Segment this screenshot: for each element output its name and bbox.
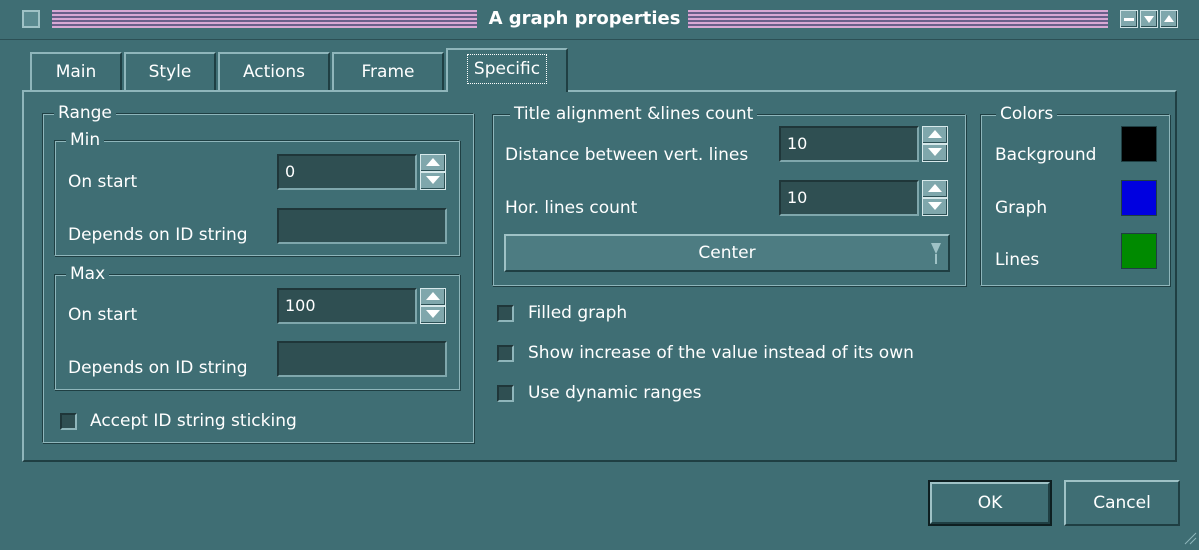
triangle-up-icon: [1164, 15, 1174, 22]
tab-style[interactable]: Style: [124, 52, 216, 90]
tab-label: Actions: [242, 62, 306, 82]
dropdown-arrow-icon: [931, 243, 941, 264]
max-depends-label: Depends on ID string: [68, 358, 248, 378]
min-depends-label: Depends on ID string: [68, 225, 248, 245]
tab-frame[interactable]: Frame: [332, 52, 444, 90]
arrow-down-icon: [426, 310, 440, 318]
arrow-up-icon: [426, 158, 440, 166]
accept-sticking-label: Accept ID string sticking: [90, 411, 297, 431]
tab-label: Frame: [361, 62, 415, 82]
filled-graph-checkbox[interactable]: [497, 305, 514, 322]
min-on-start-input[interactable]: 0: [277, 154, 417, 190]
dynamic-ranges-label: Use dynamic ranges: [528, 383, 702, 403]
tab-specific[interactable]: Specific: [446, 48, 568, 92]
alignment-value: Center: [698, 243, 756, 263]
vert-lines-input[interactable]: 10: [779, 126, 919, 162]
min-on-start-label: On start: [68, 172, 138, 192]
maximize-button[interactable]: [1140, 10, 1158, 28]
alignment-dropdown[interactable]: Center: [504, 234, 950, 272]
filled-graph-label: Filled graph: [528, 303, 628, 323]
graph-color-swatch[interactable]: [1121, 180, 1157, 216]
max-legend: Max: [66, 264, 110, 284]
color-label-lines: Lines: [995, 250, 1040, 270]
arrow-down-icon: [426, 176, 440, 184]
decrement-button[interactable]: [420, 306, 446, 324]
increment-button[interactable]: [420, 154, 446, 172]
background-color-swatch[interactable]: [1121, 126, 1157, 162]
tab-label: Style: [148, 62, 192, 82]
hor-lines-label: Hor. lines count: [505, 198, 638, 218]
increment-button[interactable]: [922, 180, 948, 198]
tab-label: Main: [55, 62, 97, 82]
ok-button[interactable]: OK: [928, 480, 1052, 526]
decrement-button[interactable]: [922, 198, 948, 216]
resize-grip-icon: [1184, 532, 1197, 545]
max-on-start-input[interactable]: 100: [277, 288, 417, 324]
minimize-icon: [1124, 18, 1134, 21]
show-increase-label: Show increase of the value instead of it…: [528, 343, 914, 363]
arrow-up-icon: [426, 292, 440, 300]
decrement-button[interactable]: [922, 144, 948, 162]
min-on-start-stepper[interactable]: [420, 154, 446, 190]
max-on-start-stepper[interactable]: [420, 288, 446, 324]
lines-color-swatch[interactable]: [1121, 233, 1157, 269]
tab-main[interactable]: Main: [30, 52, 122, 90]
arrow-down-icon: [928, 202, 942, 210]
title-bar: A graph properties: [0, 0, 1199, 40]
cancel-button[interactable]: Cancel: [1064, 480, 1180, 526]
hor-lines-input[interactable]: 10: [779, 180, 919, 216]
minimize-button[interactable]: [1120, 10, 1138, 28]
title-bar-stripes-left: [52, 10, 477, 28]
min-legend: Min: [66, 130, 105, 150]
colors-legend: Colors: [996, 104, 1058, 124]
window-menu-icon[interactable]: [22, 10, 40, 28]
dynamic-ranges-checkbox[interactable]: [497, 385, 514, 402]
increment-button[interactable]: [420, 288, 446, 306]
tab-label: Specific: [466, 54, 548, 84]
restore-button[interactable]: [1160, 10, 1178, 28]
decrement-button[interactable]: [420, 172, 446, 190]
arrow-up-icon: [928, 130, 942, 138]
triangle-down-icon: [1144, 16, 1154, 23]
range-legend: Range: [54, 103, 116, 123]
resize-grip[interactable]: [1183, 530, 1197, 545]
increment-button[interactable]: [922, 126, 948, 144]
color-label-graph: Graph: [995, 198, 1048, 218]
accept-sticking-checkbox[interactable]: [60, 413, 77, 430]
min-depends-input[interactable]: [277, 208, 447, 244]
max-on-start-label: On start: [68, 305, 138, 325]
window-title: A graph properties: [488, 8, 681, 29]
vert-lines-stepper[interactable]: [922, 126, 948, 162]
arrow-down-icon: [928, 148, 942, 156]
title-alignment-legend: Title alignment &lines count: [510, 104, 758, 124]
title-bar-stripes-right: [688, 10, 1108, 28]
max-depends-input[interactable]: [277, 341, 447, 377]
color-label-background: Background: [995, 145, 1097, 165]
tab-actions[interactable]: Actions: [218, 52, 330, 90]
show-increase-checkbox[interactable]: [497, 345, 514, 362]
hor-lines-stepper[interactable]: [922, 180, 948, 216]
vert-lines-label: Distance between vert. lines: [505, 145, 749, 165]
arrow-up-icon: [928, 184, 942, 192]
